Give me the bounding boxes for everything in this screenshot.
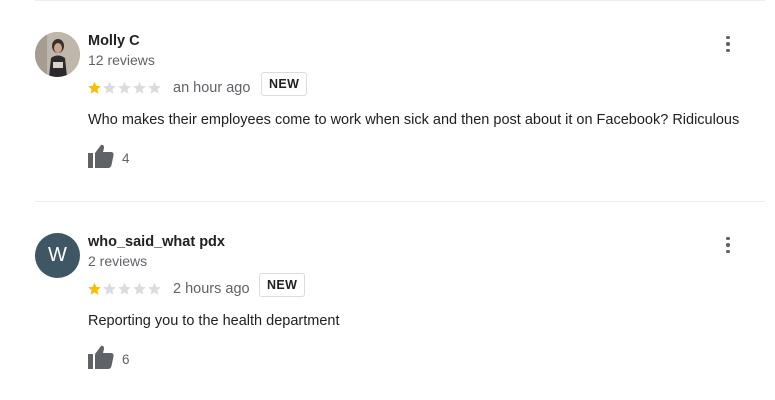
star-empty-icon bbox=[118, 282, 131, 295]
thumbs-up-icon bbox=[88, 144, 114, 168]
new-badge: NEW bbox=[259, 273, 306, 297]
review-card: Molly C 12 reviews an hour ago NEW Who m… bbox=[0, 32, 775, 192]
like-button[interactable]: 6 bbox=[88, 345, 130, 369]
more-vert-icon bbox=[726, 35, 730, 40]
like-count: 4 bbox=[122, 151, 130, 166]
review-time: an hour ago bbox=[173, 80, 251, 96]
star-empty-icon bbox=[133, 282, 146, 295]
star-empty-icon bbox=[103, 282, 116, 295]
like-count: 6 bbox=[122, 352, 130, 367]
review-text: Who makes their employees come to work w… bbox=[88, 112, 740, 128]
star-rating bbox=[87, 280, 162, 298]
more-vert-icon bbox=[726, 236, 730, 241]
thumbs-up-icon bbox=[88, 345, 114, 369]
star-empty-icon bbox=[148, 282, 161, 295]
top-divider bbox=[35, 0, 765, 1]
star-empty-icon bbox=[133, 81, 146, 94]
star-empty-icon bbox=[118, 81, 131, 94]
star-filled-icon bbox=[88, 282, 101, 295]
like-button[interactable]: 4 bbox=[88, 144, 130, 168]
review-divider bbox=[35, 201, 765, 202]
reviewer-avatar[interactable]: W bbox=[35, 233, 80, 278]
review-text: Reporting you to the health department bbox=[88, 313, 340, 329]
reviewer-review-count[interactable]: 12 reviews bbox=[88, 52, 155, 68]
review-card: W who_said_what pdx 2 reviews 2 hours ag… bbox=[0, 233, 775, 393]
new-badge: NEW bbox=[261, 72, 308, 96]
star-filled-icon bbox=[88, 81, 101, 94]
reviewer-review-count[interactable]: 2 reviews bbox=[88, 253, 147, 269]
reviewer-name[interactable]: who_said_what pdx bbox=[88, 234, 225, 250]
star-empty-icon bbox=[148, 81, 161, 94]
avatar-letter: W bbox=[48, 244, 67, 266]
avatar-photo-icon bbox=[35, 32, 80, 77]
star-empty-icon bbox=[103, 81, 116, 94]
more-options-button[interactable] bbox=[720, 34, 736, 54]
reviewer-name[interactable]: Molly C bbox=[88, 33, 140, 49]
review-time: 2 hours ago bbox=[173, 281, 250, 297]
reviewer-avatar[interactable] bbox=[35, 32, 80, 77]
star-rating bbox=[87, 79, 162, 97]
more-options-button[interactable] bbox=[720, 235, 736, 255]
